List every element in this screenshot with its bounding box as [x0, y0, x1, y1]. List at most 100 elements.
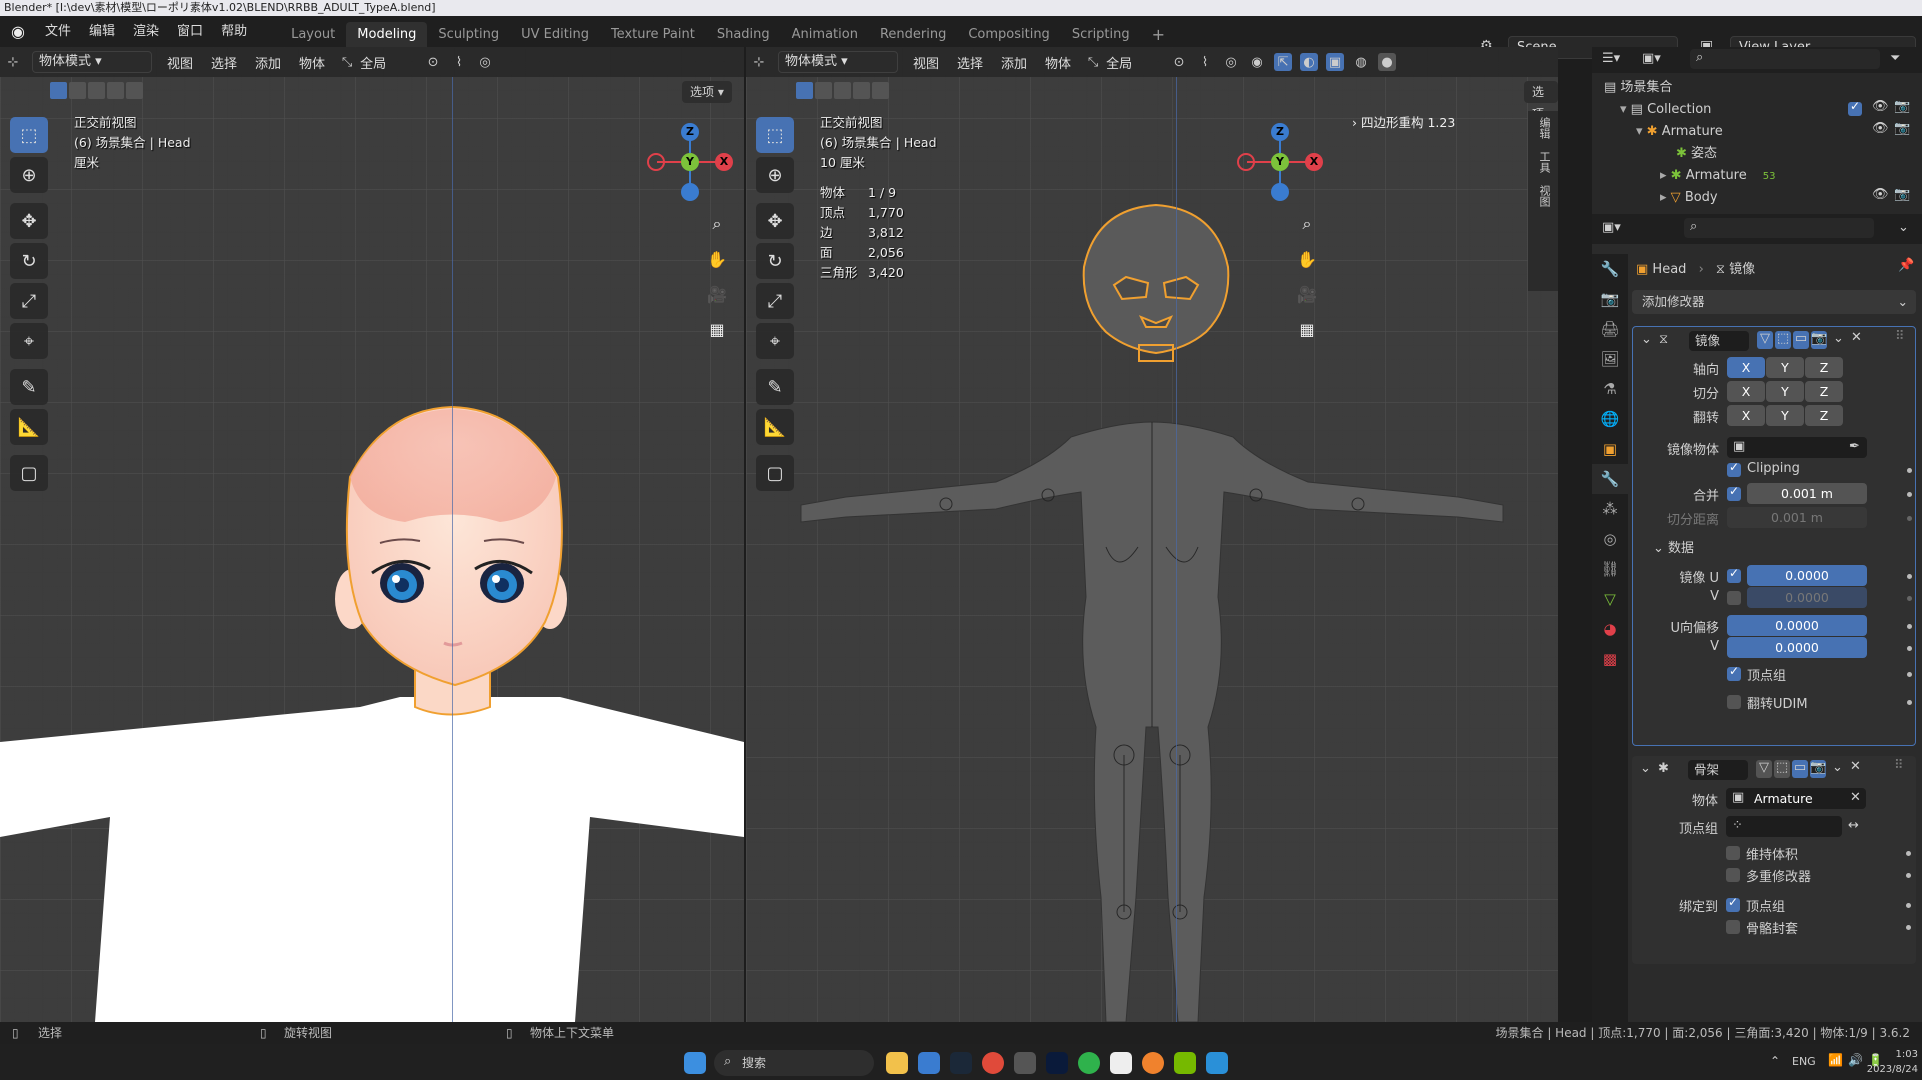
nav-gizmo-left[interactable]: Z Y X	[635, 117, 744, 217]
outliner-row-pose[interactable]: ✱ 姿态	[1676, 143, 1717, 165]
render-camera-icon[interactable]: 📷	[1894, 121, 1910, 136]
move-tool-icon[interactable]: ✥	[756, 203, 794, 239]
add-workspace-icon[interactable]: +	[1141, 22, 1176, 47]
n-tab-view[interactable]: 视图	[1528, 179, 1558, 213]
modifier-menu-chevron-icon[interactable]: ⌄	[1833, 331, 1844, 346]
mirror-u-checkbox[interactable]	[1727, 566, 1741, 583]
outliner-filter-icon[interactable]: ▣▾	[1642, 51, 1661, 66]
cursor-tool-icon[interactable]: ⊕	[756, 157, 794, 193]
taskbar-search-input[interactable]: 搜索	[714, 1050, 874, 1076]
photoshop-icon[interactable]	[1046, 1052, 1068, 1074]
texture-tab-icon[interactable]: ▩	[1592, 644, 1628, 674]
keyframe-dot[interactable]	[1907, 468, 1912, 473]
tool-tab-icon[interactable]: 🔧	[1592, 254, 1628, 284]
pan-hand-icon[interactable]: ✋	[1292, 244, 1322, 274]
mirror-u-field[interactable]: 0.0000	[1747, 565, 1867, 586]
vertex-groups-checkbox[interactable]	[1727, 664, 1741, 681]
menu-select[interactable]: 选择	[948, 53, 992, 72]
volume-icon[interactable]: 🔊	[1848, 1053, 1863, 1067]
clock[interactable]: 1:03 2023/8/24	[1862, 1047, 1918, 1077]
armature-object-field[interactable]: Armature	[1726, 788, 1866, 809]
properties-editor-type-icon[interactable]: ▣▾	[1602, 220, 1621, 235]
qq-icon[interactable]	[1110, 1052, 1132, 1074]
blender-logo-icon[interactable]: ◉	[0, 22, 36, 41]
options-dropdown[interactable]: 选项 ▾	[682, 81, 732, 103]
expand-icon[interactable]: ▾	[1620, 102, 1631, 117]
tab-texture-paint[interactable]: Texture Paint	[600, 22, 706, 47]
object-tab-icon[interactable]: ▣	[1592, 434, 1628, 464]
scene-tab-icon[interactable]: ⚗	[1592, 374, 1628, 404]
pivot-icon[interactable]: ⊙	[424, 53, 442, 71]
add-modifier-dropdown[interactable]: 添加修改器 ⌄	[1632, 290, 1916, 314]
menu-window[interactable]: 窗口	[168, 16, 212, 47]
chrome-icon[interactable]	[982, 1052, 1004, 1074]
gizmo-z-axis[interactable]: Z	[1271, 123, 1289, 141]
viewport-left[interactable]: ⊹ 物体模式 ▾ 视图 选择 添加 物体 ⤡ 全局 ⊙ ⌇ ◎ 选项 ▾ ⬚ ⊕…	[0, 47, 744, 1022]
cage-toggle-icon[interactable]: ⬚	[1774, 760, 1790, 778]
menu-view[interactable]: 视图	[158, 53, 202, 72]
gizmo-neg-x[interactable]	[647, 153, 665, 171]
head-selected[interactable]	[1026, 197, 1286, 367]
expand-icon[interactable]: ▾	[1636, 124, 1647, 139]
tab-uv-editing[interactable]: UV Editing	[510, 22, 600, 47]
constraints-tab-icon[interactable]: ⛓	[1592, 554, 1628, 584]
merge-distance-field[interactable]: 0.001 m	[1747, 483, 1867, 504]
menu-file[interactable]: 文件	[36, 16, 80, 47]
multi-modifier-checkbox[interactable]	[1726, 868, 1740, 882]
addon-panel-header[interactable]: › 四边形重构 1.23	[1352, 112, 1455, 131]
eyedropper-icon[interactable]: ✒	[1849, 439, 1860, 454]
menu-view[interactable]: 视图	[904, 53, 948, 72]
menu-select[interactable]: 选择	[202, 53, 246, 72]
tab-animation[interactable]: Animation	[781, 22, 869, 47]
gizmo-neg-x[interactable]	[1237, 153, 1255, 171]
pivot-icon[interactable]: ⊙	[1170, 53, 1188, 71]
tab-scripting[interactable]: Scripting	[1061, 22, 1141, 47]
select-box-tool-icon[interactable]: ⬚	[10, 117, 48, 153]
bisect-x-toggle[interactable]: X	[1727, 381, 1765, 402]
flip-z-toggle[interactable]: Z	[1805, 405, 1843, 426]
wechat-icon[interactable]	[1078, 1052, 1100, 1074]
world-tab-icon[interactable]: 🌐	[1592, 404, 1628, 434]
keyframe-dot[interactable]	[1907, 624, 1912, 629]
modifier-menu-chevron-icon[interactable]: ⌄	[1832, 760, 1843, 775]
cursor-tool-icon[interactable]: ⊕	[10, 157, 48, 193]
invert-vgroup-icon[interactable]: ↔	[1848, 818, 1859, 833]
particles-tab-icon[interactable]: ⁂	[1592, 494, 1628, 524]
n-tab-tool[interactable]: 工具	[1528, 145, 1558, 179]
collapse-chevron-icon[interactable]: ⌄	[1640, 761, 1651, 776]
keyframe-dot[interactable]	[1906, 903, 1911, 908]
menu-add[interactable]: 添加	[246, 53, 290, 72]
move-tool-icon[interactable]: ✥	[10, 203, 48, 239]
view-layer-tab-icon[interactable]: 🖼	[1592, 344, 1628, 374]
language-indicator[interactable]: ENG	[1792, 1055, 1816, 1068]
zoom-icon[interactable]: ⌕	[702, 209, 732, 239]
app-icon[interactable]	[1206, 1052, 1228, 1074]
merge-checkbox[interactable]	[1727, 484, 1741, 501]
unity-icon[interactable]	[1014, 1052, 1036, 1074]
clipping-checkbox[interactable]	[1727, 460, 1741, 477]
visibility-eye-icon[interactable]: 👁	[1872, 99, 1889, 114]
axis-y-toggle[interactable]: Y	[1766, 357, 1804, 378]
editor-type-icon[interactable]: ⊹	[4, 53, 22, 71]
data-tab-icon[interactable]: ▽	[1592, 584, 1628, 614]
viewport-right[interactable]: ⊹ 物体模式 ▾ 视图 选择 添加 物体 ⤡ 全局 ⊙ ⌇ ◎ ◉ ⇱ ◐ ▣ …	[746, 47, 1558, 1022]
wireframe-shading-icon[interactable]: ◍	[1352, 53, 1370, 71]
blender-taskbar-icon[interactable]	[1142, 1052, 1164, 1074]
options-chevron-icon[interactable]: ⌄	[1898, 220, 1909, 235]
keyframe-dot[interactable]	[1907, 596, 1912, 601]
gizmo-y-axis[interactable]: Y	[1271, 153, 1289, 171]
outliner-row-body[interactable]: ▸ ▽ Body	[1660, 187, 1718, 209]
scale-tool-icon[interactable]: ⤢	[10, 283, 48, 319]
material-tab-icon[interactable]: ◕	[1592, 614, 1628, 644]
gizmo-neg-z[interactable]	[1271, 183, 1289, 201]
menu-edit[interactable]: 编辑	[80, 16, 124, 47]
gizmo-y-axis[interactable]: Y	[681, 153, 699, 171]
render-toggle-icon[interactable]: 📷	[1810, 760, 1826, 778]
tray-chevron-icon[interactable]: ⌃	[1770, 1054, 1780, 1068]
camera-icon[interactable]: 🎥	[702, 279, 732, 309]
mirror-v-field[interactable]: 0.0000	[1747, 587, 1867, 608]
edit-mode-toggle-icon[interactable]: ▽	[1757, 331, 1773, 349]
output-tab-icon[interactable]: 🖨	[1592, 314, 1628, 344]
remove-modifier-icon[interactable]: ✕	[1850, 759, 1861, 774]
tab-rendering[interactable]: Rendering	[869, 22, 957, 47]
